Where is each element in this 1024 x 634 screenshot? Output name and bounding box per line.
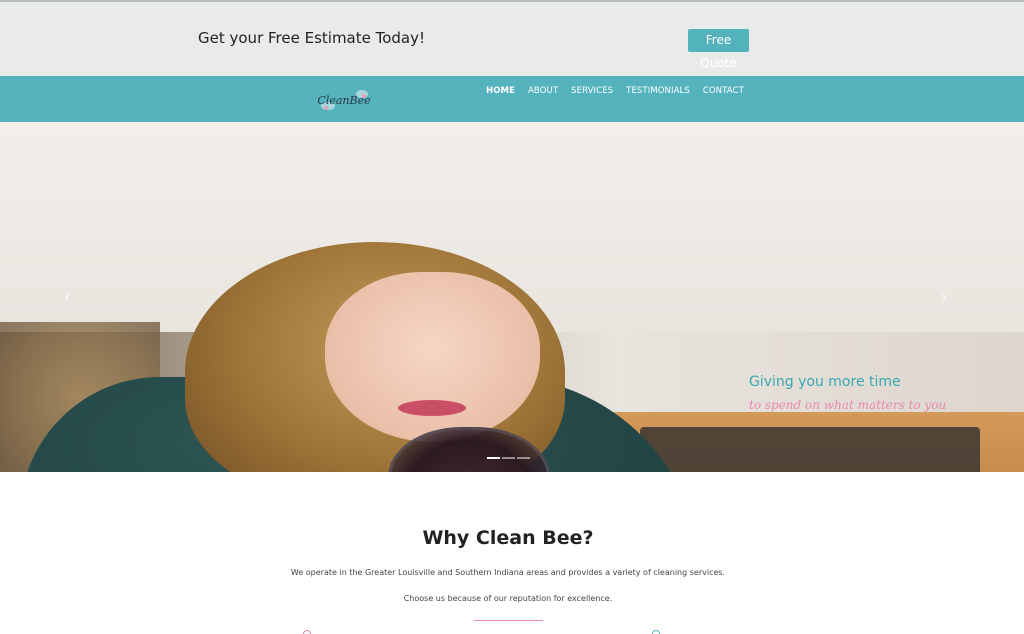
section-title: Why Clean Bee? <box>422 527 594 549</box>
nav-menu: HOME ABOUT SERVICES TESTIMONIALS CONTACT <box>486 86 744 96</box>
logo-text: CleanBee <box>318 94 370 107</box>
carousel-indicator[interactable] <box>487 457 500 459</box>
feature-icon-left <box>303 630 311 634</box>
carousel-indicator[interactable] <box>502 457 515 459</box>
woman-face <box>325 272 540 442</box>
nav-item-services[interactable]: SERVICES <box>571 86 613 96</box>
hero-carousel-image <box>0 122 1024 472</box>
clean-bee-logo[interactable]: CleanBee <box>317 84 371 116</box>
stove <box>640 427 980 472</box>
feature-icon-right <box>652 630 660 634</box>
top-bar: Get your Free Estimate Today! Free Quote <box>0 0 1024 76</box>
reputation-paragraph: Choose us because of our reputation for … <box>403 594 613 603</box>
carousel-indicator[interactable] <box>517 457 530 459</box>
carousel-indicators <box>487 457 530 459</box>
carousel-caption-title: Giving you more time <box>749 374 901 390</box>
intro-paragraph: We operate in the Greater Louisville and… <box>290 568 726 577</box>
nav-item-about[interactable]: ABOUT <box>528 86 558 96</box>
free-quote-button[interactable]: Free Quote <box>688 29 749 70</box>
estimate-tagline: Get your Free Estimate Today! <box>198 29 426 47</box>
carousel-next-icon[interactable]: › <box>941 287 947 306</box>
woman-lips <box>398 400 466 416</box>
carousel-prev-icon[interactable]: ‹ <box>64 287 70 306</box>
nav-item-testimonials[interactable]: TESTIMONIALS <box>626 86 690 96</box>
section-divider <box>474 620 543 621</box>
logo-graphic: CleanBee <box>317 90 371 110</box>
nav-item-contact[interactable]: CONTACT <box>703 86 744 96</box>
carousel-caption-subtitle: to spend on what matters to you <box>749 398 947 412</box>
nav-item-home[interactable]: HOME <box>486 86 515 96</box>
main-navbar <box>0 76 1024 122</box>
